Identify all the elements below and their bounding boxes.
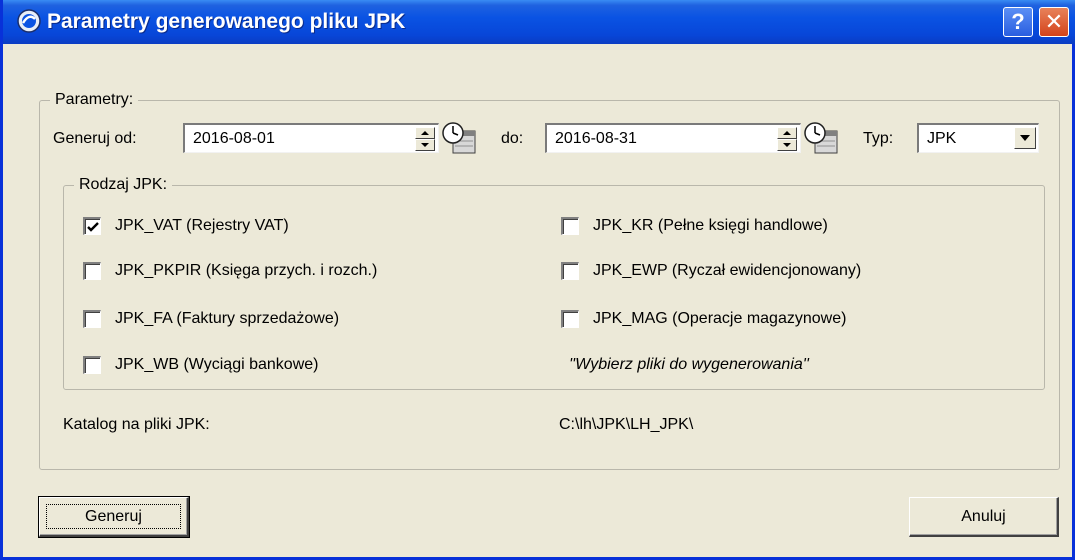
checkbox-jpk-kr[interactable] xyxy=(561,217,579,235)
from-date-spinner[interactable] xyxy=(415,127,435,151)
catalog-label: Katalog na pliki JPK: xyxy=(63,416,210,433)
jpk-fa-label[interactable]: JPK_FA (Faktury sprzedażowe) xyxy=(115,309,339,329)
arrow-down-icon xyxy=(783,143,791,147)
jpk-kr-label[interactable]: JPK_KR (Pełne księgi handlowe) xyxy=(593,216,828,236)
checkmark-icon xyxy=(87,222,99,232)
type-dropdown-button[interactable] xyxy=(1014,127,1036,149)
type-select[interactable]: JPK xyxy=(917,123,1039,153)
title-bar[interactable]: Parametry generowanego pliku JPK ? ✕ xyxy=(3,0,1075,44)
window-title: Parametry generowanego pliku JPK xyxy=(47,10,406,33)
cancel-button[interactable]: Anuluj xyxy=(909,497,1059,537)
type-value: JPK xyxy=(927,130,957,147)
to-date-spinner[interactable] xyxy=(777,127,797,151)
to-label: do: xyxy=(501,130,524,147)
checkbox-jpk-vat[interactable] xyxy=(83,217,101,235)
from-date-input[interactable]: 2016-08-01 xyxy=(183,123,439,153)
from-date-value: 2016-08-01 xyxy=(193,130,275,147)
checkbox-jpk-ewp[interactable] xyxy=(561,262,579,280)
to-date-value: 2016-08-31 xyxy=(555,130,637,147)
catalog-path: C:\lh\JPK\LH_JPK\ xyxy=(559,416,694,433)
jpk-pkpir-label[interactable]: JPK_PKPIR (Księga przych. i rozch.) xyxy=(115,261,377,281)
jpk-group-label: Rodzaj JPK: xyxy=(74,175,173,195)
jpk-vat-label[interactable]: JPK_VAT (Rejestry VAT) xyxy=(115,216,289,236)
chevron-down-icon xyxy=(1020,135,1030,141)
checkbox-jpk-fa[interactable] xyxy=(83,310,101,328)
jpk-mag-label[interactable]: JPK_MAG (Operacje magazynowe) xyxy=(593,309,846,329)
spin-down-button[interactable] xyxy=(777,139,797,151)
arrow-down-icon xyxy=(421,143,429,147)
checkbox-jpk-wb[interactable] xyxy=(83,356,101,374)
jpk-ewp-label[interactable]: JPK_EWP (Ryczał ewidencjonowany) xyxy=(593,261,861,281)
jpk-wb-label[interactable]: JPK_WB (Wyciągi bankowe) xyxy=(115,355,318,375)
params-group-label: Parametry: xyxy=(50,90,139,110)
select-files-hint: ''Wybierz pliki do wygenerowania'' xyxy=(569,356,809,373)
help-icon: ? xyxy=(1011,9,1025,34)
focus-rect xyxy=(46,504,181,529)
cancel-button-label: Anuluj xyxy=(961,507,1006,525)
arrow-up-icon xyxy=(783,131,791,135)
checkbox-jpk-pkpir[interactable] xyxy=(83,262,101,280)
arrow-up-icon xyxy=(421,131,429,135)
type-label: Typ: xyxy=(863,130,894,147)
spin-up-button[interactable] xyxy=(777,127,797,139)
generate-button[interactable]: Generuj xyxy=(38,496,190,538)
close-icon: ✕ xyxy=(1044,9,1064,34)
to-date-input[interactable]: 2016-08-31 xyxy=(545,123,801,153)
spin-down-button[interactable] xyxy=(415,139,435,151)
dialog-window: Parametry generowanego pliku JPK ? ✕ Par… xyxy=(0,0,1075,560)
help-button[interactable]: ? xyxy=(1003,7,1033,37)
checkbox-jpk-mag[interactable] xyxy=(561,310,579,328)
close-button[interactable]: ✕ xyxy=(1039,7,1069,37)
calendar-clock-icon[interactable] xyxy=(803,121,839,155)
from-label: Generuj od: xyxy=(53,130,137,147)
spin-up-button[interactable] xyxy=(415,127,435,139)
calendar-clock-icon[interactable] xyxy=(441,121,477,155)
app-circle-icon xyxy=(17,9,41,33)
